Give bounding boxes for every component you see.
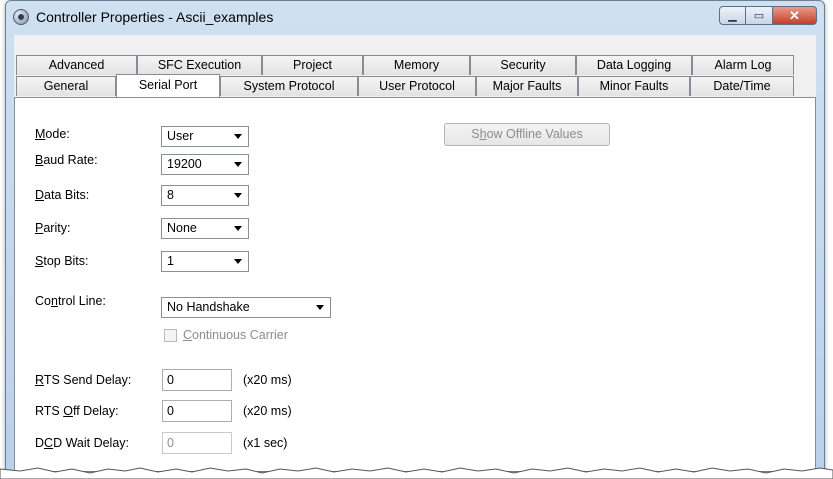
stop-bits-value: 1 [167,254,174,268]
chevron-down-icon [234,259,242,264]
mode-value: User [167,129,194,143]
chevron-down-icon [234,162,242,167]
torn-edge-decoration [0,467,833,479]
tab-alarm-log[interactable]: Alarm Log [692,55,794,75]
parity-label: Parity: [35,221,71,235]
tab-major-faults[interactable]: Major Faults [476,76,578,96]
rts-off-delay-label: RTS Off Delay: [35,404,119,418]
dcd-wait-delay-unit: (x1 sec) [243,436,288,450]
maximize-button[interactable]: ▭ [746,6,773,25]
window-controls: ▁ ▭ ✕ [719,6,817,25]
tab-memory[interactable]: Memory [363,55,470,75]
chevron-down-icon [234,134,242,139]
parity-value: None [167,221,197,235]
tab-row-back: Advanced SFC Execution Project Memory Se… [14,55,816,76]
tab-user-protocol[interactable]: User Protocol [358,76,476,96]
rts-send-delay-label: RTS Send Delay: [35,373,132,387]
control-line-value: No Handshake [167,300,250,314]
control-line-dropdown[interactable]: No Handshake [161,297,331,318]
parity-dropdown[interactable]: None [161,218,249,239]
rts-send-delay-unit: (x20 ms) [243,373,292,387]
window-title: Controller Properties - Ascii_examples [36,9,274,25]
controller-gear-icon [13,9,29,25]
rts-send-delay-input[interactable]: 0 [162,369,232,391]
tab-minor-faults[interactable]: Minor Faults [578,76,690,96]
tab-date-time[interactable]: Date/Time [690,76,794,96]
minimize-button[interactable]: ▁ [719,6,746,25]
tab-row-front: General Serial Port System Protocol User… [14,74,816,97]
data-bits-label: Data Bits: [35,188,90,202]
mode-dropdown[interactable]: User [161,126,249,147]
dcd-wait-delay-label: DCD Wait Delay: [35,436,130,450]
control-line-label: Control Line: [35,294,106,308]
chevron-down-icon [234,193,242,198]
tab-data-logging[interactable]: Data Logging [576,55,692,75]
title-bar[interactable]: Controller Properties - Ascii_examples ▁… [6,1,824,35]
tab-general[interactable]: General [16,76,116,96]
data-bits-value: 8 [167,188,174,202]
tab-advanced[interactable]: Advanced [16,55,137,75]
data-bits-dropdown[interactable]: 8 [161,185,249,206]
dialog-window: Controller Properties - Ascii_examples ▁… [5,0,825,472]
continuous-carrier-label: Continuous Carrier [183,328,288,342]
tab-project[interactable]: Project [262,55,363,75]
chevron-down-icon [234,226,242,231]
baud-rate-value: 19200 [167,157,202,171]
tab-security[interactable]: Security [470,55,576,75]
rts-off-delay-input[interactable]: 0 [162,400,232,422]
stop-bits-label: Stop Bits: [35,254,89,268]
rts-off-delay-unit: (x20 ms) [243,404,292,418]
baud-rate-dropdown[interactable]: 19200 [161,154,249,175]
show-offline-values-button[interactable]: Show Offline Values [444,123,610,146]
close-button[interactable]: ✕ [773,6,817,25]
serial-port-panel: Mode: User Show Offline Values Baud Rate… [14,97,816,471]
tab-sfc-execution[interactable]: SFC Execution [137,55,262,75]
tab-system-protocol[interactable]: System Protocol [220,76,358,96]
mode-label: Mode: [35,127,70,141]
continuous-carrier-checkbox[interactable] [164,329,177,342]
tab-serial-port[interactable]: Serial Port [116,74,220,97]
dialog-client-area: Advanced SFC Execution Project Memory Se… [14,35,816,471]
stop-bits-dropdown[interactable]: 1 [161,251,249,272]
baud-rate-label: Baud Rate: [35,153,98,167]
dcd-wait-delay-input[interactable]: 0 [162,432,232,454]
chevron-down-icon [316,305,324,310]
